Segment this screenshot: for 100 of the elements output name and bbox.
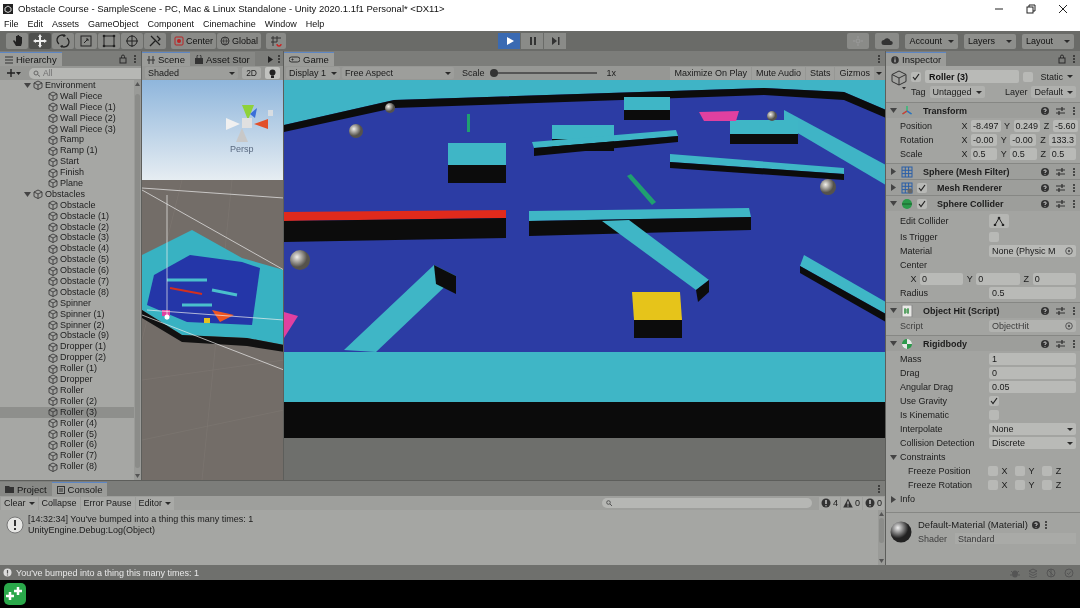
more-icon[interactable] bbox=[1072, 166, 1076, 177]
playback-button[interactable] bbox=[544, 33, 567, 49]
number-field[interactable]: -0.00 bbox=[1010, 134, 1037, 146]
hierarchy-item[interactable]: Obstacle (4) bbox=[0, 243, 134, 255]
tool-button[interactable] bbox=[29, 33, 51, 49]
more-tabs-arrow-icon[interactable] bbox=[268, 55, 273, 63]
hierarchy-item[interactable]: Environment bbox=[0, 80, 134, 91]
log-filter-toggle[interactable]: 4 bbox=[818, 496, 840, 510]
hierarchy-item[interactable]: Obstacle (5) bbox=[0, 254, 134, 266]
panel-tab[interactable]: Asset Stor bbox=[189, 52, 255, 66]
pivot-toggle[interactable]: Center bbox=[171, 33, 216, 49]
hierarchy-item[interactable]: Roller (7) bbox=[0, 450, 134, 462]
foldout-arrow-icon[interactable] bbox=[890, 340, 897, 347]
foldout-label[interactable]: Constraints bbox=[900, 452, 946, 462]
tool-button[interactable] bbox=[98, 33, 120, 49]
object-field[interactable]: None (Physic M bbox=[989, 245, 1076, 257]
foldout-arrow-icon[interactable] bbox=[890, 307, 897, 314]
target-icon[interactable] bbox=[1065, 247, 1073, 255]
checkbox[interactable] bbox=[911, 71, 921, 82]
playback-button[interactable] bbox=[521, 33, 544, 49]
value-field[interactable]: 1 bbox=[989, 353, 1076, 365]
playback-button[interactable] bbox=[498, 33, 521, 49]
menu-item[interactable]: Help bbox=[305, 19, 325, 29]
close-icon[interactable] bbox=[1058, 3, 1068, 14]
menu-item[interactable]: Assets bbox=[52, 19, 80, 29]
hierarchy-item[interactable]: Start bbox=[0, 156, 134, 168]
inspector-tab[interactable]: Inspector bbox=[886, 52, 947, 66]
more-icon[interactable] bbox=[1072, 198, 1076, 209]
number-field[interactable]: 0 bbox=[920, 273, 964, 285]
check-circle-icon[interactable] bbox=[1064, 567, 1074, 578]
value-field[interactable]: 0.5 bbox=[989, 287, 1076, 299]
search-field[interactable]: All bbox=[29, 67, 141, 79]
console-button[interactable]: Collapse bbox=[38, 496, 80, 510]
hierarchy-item[interactable]: Roller (6) bbox=[0, 439, 134, 451]
hierarchy-item[interactable]: Roller (1) bbox=[0, 363, 134, 375]
foldout-arrow-icon[interactable] bbox=[890, 184, 897, 191]
log-filter-toggle[interactable]: 0 bbox=[863, 496, 884, 510]
number-field[interactable]: 0.5 bbox=[971, 148, 998, 160]
scrollbar-thumb[interactable] bbox=[879, 518, 884, 543]
number-field[interactable]: 133.3 bbox=[1049, 134, 1076, 146]
value-dropdown[interactable]: Discrete bbox=[989, 437, 1076, 449]
hierarchy-item[interactable]: Roller (4) bbox=[0, 417, 134, 429]
help-icon[interactable] bbox=[1041, 183, 1049, 192]
more-icon[interactable] bbox=[1043, 519, 1048, 530]
checkbox[interactable] bbox=[917, 182, 927, 193]
restore-icon[interactable] bbox=[1026, 3, 1036, 14]
game-tab[interactable]: Game bbox=[284, 52, 334, 66]
hierarchy-item[interactable]: Plane bbox=[0, 178, 134, 189]
help-icon[interactable] bbox=[1041, 306, 1049, 315]
help-icon[interactable] bbox=[1031, 520, 1040, 529]
hierarchy-item[interactable]: Wall Piece (2) bbox=[0, 112, 134, 124]
more-icon[interactable] bbox=[1072, 182, 1076, 193]
dropdown-menu[interactable]: Layers bbox=[964, 33, 1016, 49]
hierarchy-item[interactable]: Obstacle (3) bbox=[0, 232, 134, 244]
hierarchy-item[interactable]: Dropper bbox=[0, 374, 134, 385]
number-field[interactable]: -8.497 bbox=[971, 120, 1001, 132]
component-header[interactable]: Sphere (Mesh Filter) bbox=[886, 163, 1080, 179]
hierarchy-item[interactable]: Obstacle (7) bbox=[0, 276, 134, 287]
sliders-icon[interactable] bbox=[1056, 183, 1065, 192]
hierarchy-item[interactable]: Wall Piece bbox=[0, 90, 134, 102]
hierarchy-tab[interactable]: Hierarchy bbox=[0, 52, 62, 66]
scrollbar[interactable] bbox=[134, 80, 141, 480]
sliders-icon[interactable] bbox=[1056, 339, 1065, 348]
component-header[interactable]: Transform bbox=[886, 102, 1080, 118]
menu-item[interactable]: File bbox=[4, 19, 19, 29]
hierarchy-item[interactable]: Roller (3) bbox=[0, 406, 134, 418]
panel-tab[interactable]: Scene bbox=[142, 52, 190, 66]
static-dropdown[interactable]: Static bbox=[1037, 70, 1076, 83]
component-header[interactable]: Object Hit (Script) bbox=[886, 302, 1080, 318]
hierarchy-item[interactable]: Wall Piece (3) bbox=[0, 123, 134, 135]
component-header[interactable]: Mesh Renderer bbox=[886, 179, 1080, 195]
number-field[interactable]: 0 bbox=[1032, 273, 1076, 285]
help-icon[interactable] bbox=[1041, 339, 1049, 348]
tool-button[interactable] bbox=[52, 33, 74, 49]
menu-item[interactable]: GameObject bbox=[88, 19, 139, 29]
more-icon[interactable] bbox=[133, 54, 137, 64]
hierarchy-item[interactable]: Obstacles bbox=[0, 188, 134, 200]
lock-icon[interactable] bbox=[1058, 54, 1066, 64]
display-dropdown[interactable]: Display 1 bbox=[286, 67, 340, 79]
expand-arrow-icon[interactable] bbox=[24, 81, 31, 89]
more-icon[interactable] bbox=[1072, 338, 1076, 349]
hierarchy-item[interactable]: Roller (2) bbox=[0, 395, 134, 407]
value-dropdown[interactable]: None bbox=[989, 423, 1076, 435]
view-toggle[interactable]: Gizmos bbox=[835, 66, 874, 80]
number-field[interactable]: -5.60 bbox=[1053, 120, 1078, 132]
hierarchy-item[interactable]: Obstacle (9) bbox=[0, 330, 134, 342]
component-header[interactable]: Sphere Collider bbox=[886, 195, 1080, 211]
aspect-dropdown[interactable]: Free Aspect bbox=[342, 67, 454, 79]
hierarchy-item[interactable]: Obstacle (1) bbox=[0, 210, 134, 222]
number-field[interactable]: 0 bbox=[976, 273, 1020, 285]
console-button[interactable]: Clear bbox=[1, 496, 38, 510]
hierarchy-item[interactable]: Obstacle (8) bbox=[0, 286, 134, 298]
hierarchy-item[interactable]: Ramp (1) bbox=[0, 145, 134, 157]
component-header[interactable]: Rigidbody bbox=[886, 335, 1080, 351]
help-icon[interactable] bbox=[1041, 106, 1049, 115]
number-field[interactable]: 0.5 bbox=[1010, 148, 1037, 160]
number-field[interactable]: 0.249 bbox=[1013, 120, 1041, 132]
hierarchy-item[interactable]: Spinner bbox=[0, 297, 134, 309]
hierarchy-item[interactable]: Obstacle (6) bbox=[0, 265, 134, 277]
more-icon[interactable] bbox=[1072, 54, 1076, 64]
